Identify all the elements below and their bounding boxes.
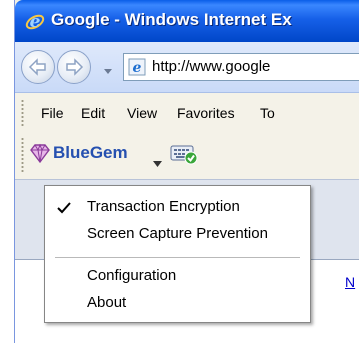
recent-pages-chevron-down-icon[interactable]: [103, 61, 113, 74]
menu-item-transaction-encryption[interactable]: Transaction Encryption: [45, 196, 310, 220]
content-link[interactable]: N: [345, 274, 355, 290]
menu-edit[interactable]: Edit: [81, 105, 105, 121]
menu-favorites[interactable]: Favorites: [177, 105, 235, 121]
menu-bar: File Edit View Favorites To: [15, 93, 359, 134]
back-arrow-icon: [28, 58, 46, 76]
bluegem-chevron-down-icon[interactable]: [153, 153, 162, 172]
menubar-grip[interactable]: [21, 99, 24, 127]
checkmark-icon: [57, 201, 71, 218]
svg-text:e: e: [133, 60, 142, 76]
menu-item-screen-capture-prevention[interactable]: Screen Capture Prevention: [45, 223, 310, 247]
ie-logo-icon: e: [24, 10, 46, 32]
window-title: Google - Windows Internet Ex: [51, 10, 292, 29]
title-bar[interactable]: e Google - Windows Internet Ex: [15, 0, 359, 42]
svg-text:e: e: [30, 12, 41, 32]
back-button[interactable]: [21, 50, 55, 84]
bluegem-toolbar-grip[interactable]: [21, 137, 24, 173]
bluegem-dropdown-menu: Transaction Encryption Screen Capture Pr…: [44, 185, 311, 323]
address-toolbar: e http://www.google: [15, 42, 359, 93]
bluegem-menu-button[interactable]: BlueGem: [53, 143, 128, 163]
menu-item-label: Configuration: [87, 267, 177, 284]
menu-view[interactable]: View: [127, 105, 157, 121]
menu-item-label: About: [87, 294, 127, 311]
bluegem-toolbar: BlueGem: [15, 133, 359, 179]
menu-item-configuration[interactable]: Configuration: [45, 265, 310, 289]
bluegem-diamond-icon[interactable]: [29, 142, 51, 164]
menu-item-about[interactable]: About: [45, 292, 310, 316]
menu-separator: [55, 257, 300, 258]
page-ie-icon: e: [128, 58, 146, 76]
url-text: http://www.google: [152, 58, 271, 75]
menu-tools[interactable]: To: [260, 105, 275, 121]
menu-file[interactable]: File: [41, 105, 64, 121]
url-field[interactable]: e http://www.google: [123, 53, 359, 81]
menu-item-label: Transaction Encryption: [87, 198, 240, 215]
forward-button[interactable]: [57, 50, 91, 84]
menu-item-label: Screen Capture Prevention: [87, 225, 268, 242]
secure-keyboard-icon[interactable]: [170, 143, 198, 165]
forward-arrow-icon: [66, 58, 84, 76]
